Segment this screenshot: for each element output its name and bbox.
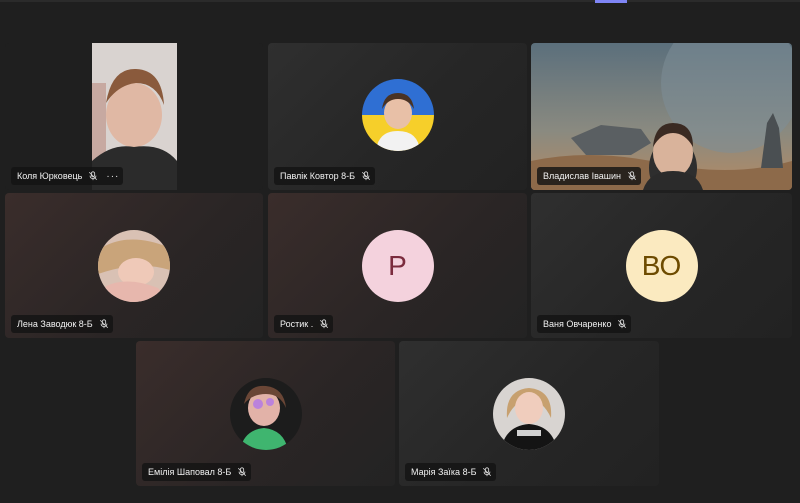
participant-nameplate: Ваня Овчаренко — [537, 315, 632, 333]
mic-off-icon — [483, 467, 492, 477]
participant-name: Марія Заїка 8-Б — [411, 467, 477, 477]
mic-off-icon — [320, 319, 329, 329]
avatar — [361, 79, 434, 151]
participant-name: Павлік Ковтор 8-Б — [280, 171, 356, 181]
participant-name: Ростик . — [280, 319, 314, 329]
participant-name: Ваня Овчаренко — [543, 319, 612, 329]
participant-name: Коля Юрковець — [17, 171, 83, 181]
mic-off-icon — [618, 319, 627, 329]
participant-nameplate: Лена Заводюк 8-Б — [11, 315, 113, 333]
participant-name: Лена Заводюк 8-Б — [17, 319, 93, 329]
participant-tile-vania[interactable]: ВО Ваня Овчаренко — [531, 193, 792, 338]
participant-tile-rostyk[interactable]: Р Ростик . — [268, 193, 527, 338]
profile-photo-icon — [229, 377, 302, 450]
mic-off-icon — [238, 467, 247, 477]
mic-off-icon — [99, 319, 108, 329]
participant-nameplate: Владислав Івашин — [537, 167, 641, 185]
avatar — [98, 229, 170, 302]
participant-name: Емілія Шаповал 8-Б — [148, 467, 232, 477]
profile-photo-icon — [98, 229, 170, 302]
avatar-initials: ВО — [625, 229, 698, 302]
avatar-initials: Р — [361, 229, 434, 302]
mic-off-icon — [627, 171, 637, 181]
participant-tile-lena[interactable]: Лена Заводюк 8-Б — [5, 193, 263, 338]
participant-tile-emilia[interactable]: Емілія Шаповал 8-Б — [136, 341, 395, 486]
mic-off-icon — [89, 171, 98, 181]
profile-photo-icon — [493, 377, 565, 450]
participant-nameplate: Емілія Шаповал 8-Б — [142, 463, 252, 481]
participant-name: Владислав Івашин — [543, 171, 621, 181]
participant-tile-vladyslav[interactable]: Владислав Івашин — [531, 43, 792, 190]
participant-tile-pavlik[interactable]: Павлік Ковтор 8-Б — [268, 43, 527, 190]
participant-nameplate: Павлік Ковтор 8-Б — [274, 167, 376, 185]
avatar — [493, 377, 565, 450]
participant-nameplate: Ростик . — [274, 315, 334, 333]
participant-tile-maria[interactable]: Марія Заїка 8-Б — [399, 341, 659, 486]
participant-tile-kolia[interactable]: Коля Юрковець ··· — [5, 43, 263, 190]
participant-nameplate: Коля Юрковець ··· — [11, 167, 124, 185]
mic-off-icon — [361, 171, 371, 181]
participant-nameplate: Марія Заїка 8-Б — [405, 463, 497, 481]
avatar — [229, 377, 302, 450]
top-divider — [0, 0, 800, 2]
more-options-icon[interactable]: ··· — [106, 171, 119, 182]
active-tab-indicator — [595, 0, 627, 3]
profile-photo-icon — [361, 79, 434, 151]
